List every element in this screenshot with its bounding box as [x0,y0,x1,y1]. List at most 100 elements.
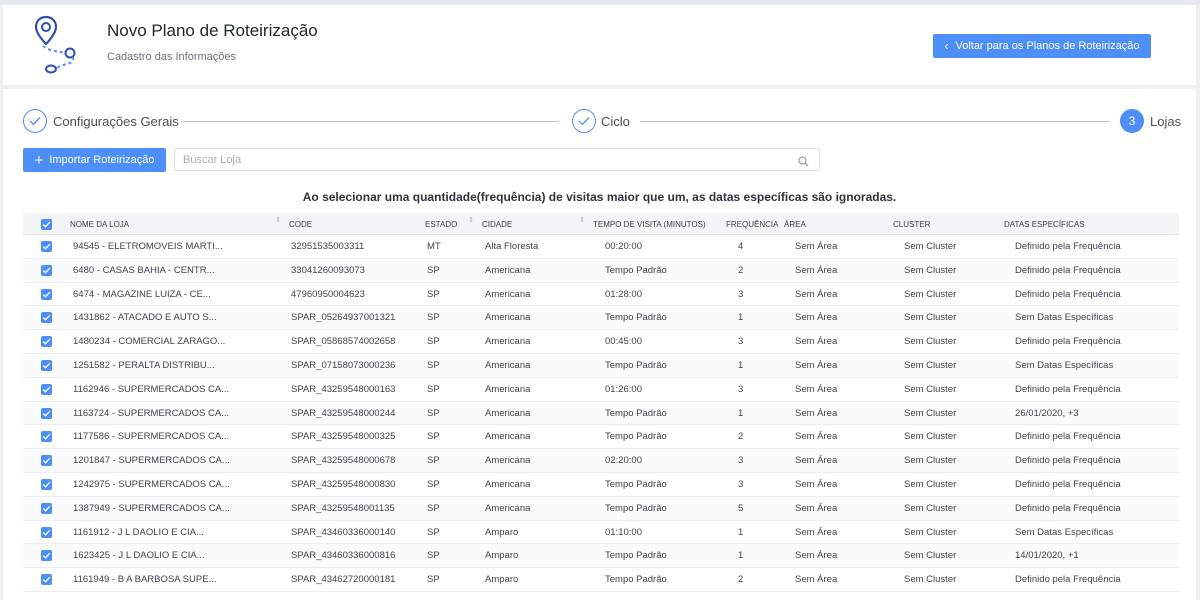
cell-code: SPAR_43462720000181 [291,574,396,586]
table-row[interactable]: 1161912 - J L DAOLIO E CIA... SPAR_434603… [23,521,1179,545]
row-checkbox[interactable] [41,336,52,348]
cell-frequencia: 2 [738,264,744,276]
plus-icon: + [34,151,44,169]
step-3-number[interactable]: 3 [1120,109,1144,133]
step-3-label[interactable]: Lojas [1150,114,1181,129]
import-routing-button[interactable]: + Importar Roteirização [23,148,166,172]
sort-icon[interactable]: ⇕ [275,217,281,224]
cell-tempo: 01:10:00 [605,526,642,538]
row-checkbox[interactable] [41,431,52,443]
cell-frequencia: 1 [738,359,744,371]
table-row[interactable]: 1242975 - SUPERMERCADOS CA... SPAR_432595… [23,473,1179,497]
row-checkbox[interactable] [41,550,52,562]
table-row[interactable]: 6474 - MAGAZINE LUIZA - CE... 47960950004… [23,283,1179,307]
table-row[interactable]: 1201847 - SUPERMERCADOS CA... SPAR_432595… [23,449,1179,473]
cell-nome: 1161912 - J L DAOLIO E CIA... [73,526,204,538]
row-checkbox[interactable] [41,383,52,395]
col-header-estado[interactable]: ESTADO [425,220,457,229]
table-row[interactable]: 1623425 - J L DAOLIO E CIA... SPAR_434603… [23,544,1179,569]
cell-nome: 6480 - CASAS BAHIA - CENTR... [73,264,215,276]
page-subtitle: Cadastro das Informações [107,51,237,63]
cell-code: SPAR_07158073000236 [291,359,396,371]
row-checkbox[interactable] [41,407,52,419]
cell-datas: Definido pela Frequência [1015,383,1121,395]
cell-frequencia: 3 [738,336,744,348]
back-to-plans-button[interactable]: ‹ Voltar para os Planos de Roteirização [933,34,1151,58]
cell-estado: SP [427,478,440,490]
table-row[interactable]: 94545 - ELETROMOVEIS MARTI... 32951535003… [23,235,1179,259]
cell-area: Sem Área [795,383,838,395]
cell-area: Sem Área [795,502,838,514]
table-row[interactable]: 1480234 - COMERCIAL ZARAGO... SPAR_058685… [23,330,1179,354]
cell-datas: Definido pela Frequência [1015,478,1121,490]
select-all-checkbox[interactable] [41,219,52,230]
row-checkbox[interactable] [41,264,52,276]
cell-cidade: Americana [485,478,531,490]
cell-code: SPAR_43259548000244 [291,407,396,419]
step-2-label[interactable]: Ciclo [601,114,630,129]
row-checkbox[interactable] [41,241,52,252]
cell-nome: 1161949 - B A BARBOSA SUPE... [73,574,217,586]
cell-frequencia: 1 [738,407,744,419]
table-row[interactable]: 1387949 - SUPERMERCADOS CA... SPAR_432595… [23,496,1179,521]
cell-area: Sem Área [795,574,838,586]
step-1-check-icon[interactable] [23,109,47,133]
row-checkbox[interactable] [41,359,52,371]
cell-nome: 1387949 - SUPERMERCADOS CA... [73,502,230,514]
cell-cluster: Sem Cluster [904,407,957,419]
cell-tempo: Tempo Padrão [605,550,667,562]
cell-datas: Definido pela Frequência [1015,455,1121,467]
cell-cidade: Amparo [485,574,519,586]
sort-icon[interactable]: ⇕ [468,217,474,224]
col-header-tempo[interactable]: TEMPO DE VISITA (MINUTOS) [593,220,706,229]
cell-tempo: Tempo Padrão [605,574,667,586]
table-row[interactable]: 1161949 - B A BARBOSA SUPE... SPAR_434627… [23,568,1179,592]
cell-frequencia: 3 [738,288,744,300]
col-header-cluster[interactable]: CLUSTER [893,220,930,229]
row-checkbox[interactable] [41,574,52,586]
col-header-frequencia[interactable]: FREQUÊNCIA [726,220,778,229]
cell-tempo: 00:20:00 [605,241,642,252]
col-header-nome[interactable]: NOME DA LOJA [70,220,129,229]
cell-code: SPAR_05868574002658 [291,336,396,348]
cell-code: SPAR_43460336000816 [291,550,396,562]
cell-area: Sem Área [795,241,838,252]
back-to-plans-label: Voltar para os Planos de Roteirização [955,40,1140,52]
col-header-cidade[interactable]: CIDADE [482,220,512,229]
cell-estado: SP [427,288,440,300]
step-connector [181,121,559,122]
cell-nome: 6474 - MAGAZINE LUIZA - CE... [73,288,211,300]
table-row[interactable]: 1177586 - SUPERMERCADOS CA... SPAR_432595… [23,425,1179,450]
cell-estado: SP [427,336,440,348]
table-row[interactable]: 6480 - CASAS BAHIA - CENTR... 33041260093… [23,258,1179,283]
search-icon[interactable] [798,154,809,167]
col-header-datas[interactable]: DATAS ESPECÍFICAS [1004,220,1085,229]
row-checkbox[interactable] [41,288,52,300]
cell-estado: SP [427,383,440,395]
cell-estado: SP [427,526,440,538]
table-row[interactable]: 1163724 - SUPERMERCADOS CA... SPAR_432595… [23,401,1179,426]
row-checkbox[interactable] [41,312,52,324]
table-row[interactable]: 1162946 - SUPERMERCADOS CA... SPAR_432595… [23,378,1179,402]
row-checkbox[interactable] [41,455,52,467]
row-checkbox[interactable] [41,478,52,490]
cell-nome: 1201847 - SUPERMERCADOS CA... [73,455,230,467]
page-header: Novo Plano de Roteirização Cadastro das … [3,5,1196,85]
cell-datas: Definido pela Frequência [1015,336,1121,348]
col-header-code[interactable]: CODE [289,220,312,229]
table-row[interactable]: 1431862 - ATACADO E AUTO S... SPAR_052649… [23,306,1179,331]
cell-cidade: Alta Floresta [485,241,539,252]
step-2-check-icon[interactable] [572,109,596,133]
row-checkbox[interactable] [41,502,52,514]
search-field[interactable] [174,148,820,171]
row-checkbox[interactable] [41,526,52,538]
step-1-label[interactable]: Configurações Gerais [53,114,179,129]
col-header-area[interactable]: ÁREA [784,220,806,229]
cell-frequencia: 1 [738,526,744,538]
cell-cidade: Amparo [485,526,519,538]
sort-icon[interactable]: ⇕ [579,217,585,224]
cell-estado: SP [427,312,440,324]
table-row[interactable]: 1251582 - PERALTA DISTRIBU... SPAR_071580… [23,353,1179,378]
search-input[interactable] [175,149,775,170]
cell-nome: 1177586 - SUPERMERCADOS CA... [73,431,230,443]
